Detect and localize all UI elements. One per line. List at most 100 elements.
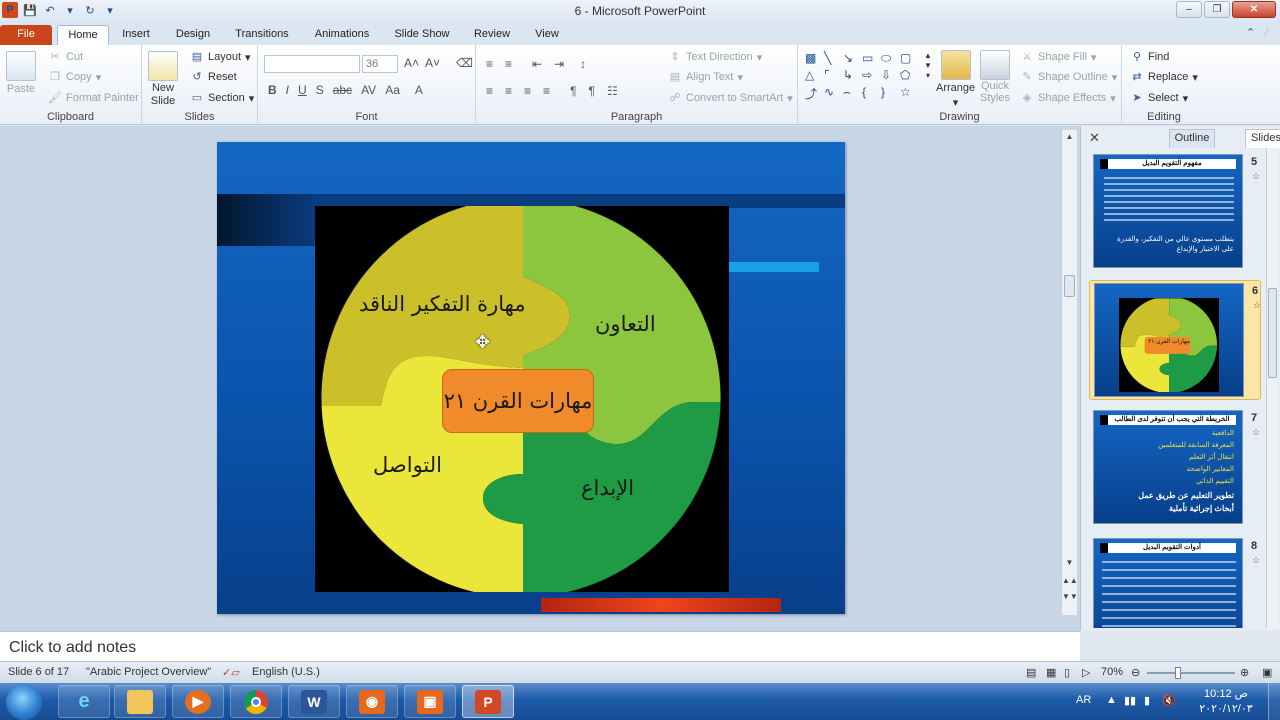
convert-smartart-button[interactable]: ☍ Convert to SmartArt ▾: [668, 91, 792, 105]
slide-thumbnail-7[interactable]: الخريطة التي يجب أن تتوفر لدى الطالب الد…: [1089, 408, 1261, 530]
minimize-ribbon-icon[interactable]: ⌃: [1246, 27, 1255, 39]
format-painter-button[interactable]: 🖌 Format Painter: [48, 91, 139, 105]
copy-button[interactable]: ❐ Copy ▾: [48, 70, 101, 84]
new-slide-button[interactable]: New Slide: [148, 51, 178, 107]
slide-thumbnail-8[interactable]: أدوات التقويم البديل 8 ☆: [1089, 536, 1261, 628]
help-icon[interactable]: ❔: [1258, 27, 1272, 39]
taskbar-chrome[interactable]: [230, 685, 282, 718]
previous-slide-icon[interactable]: ▲▲: [1062, 576, 1078, 585]
align-text-button[interactable]: ▤ Align Text ▾: [668, 70, 743, 84]
taskbar-powerpoint[interactable]: P: [462, 685, 514, 718]
close-button[interactable]: ✕: [1232, 1, 1276, 18]
scrollbar-thumb[interactable]: [1268, 288, 1277, 378]
clear-formatting-icon[interactable]: ⌫: [456, 56, 473, 70]
ltr-icon[interactable]: ¶: [589, 84, 595, 98]
zoom-level[interactable]: 70%: [1101, 666, 1123, 678]
taskbar-media-player[interactable]: ▶: [172, 685, 224, 718]
language-indicator[interactable]: English (U.S.): [252, 666, 320, 678]
line-spacing-icon[interactable]: ↕: [580, 57, 586, 71]
scroll-up-arrow-icon[interactable]: ▲: [1062, 132, 1077, 141]
volume-muted-icon[interactable]: 🔇: [1162, 694, 1176, 707]
tab-slide-show[interactable]: Slide Show: [388, 25, 456, 45]
taskbar-explorer[interactable]: [114, 685, 166, 718]
tab-outline[interactable]: Outline: [1169, 129, 1215, 148]
restore-button[interactable]: ❐: [1204, 1, 1230, 18]
bullets-icon[interactable]: ≡: [486, 57, 493, 71]
battery-icon[interactable]: ▮: [1144, 694, 1150, 707]
down-arrow-shape-icon[interactable]: ⇩: [881, 68, 899, 83]
reading-view-icon[interactable]: ▯: [1064, 666, 1070, 679]
slide-thumbnail-6[interactable]: مهارات القرن ٢١ 6 ☆: [1089, 280, 1261, 400]
zoom-slider-knob[interactable]: [1175, 667, 1181, 679]
oval-shape-icon[interactable]: ⬭: [881, 51, 899, 67]
slides-pane-scrollbar[interactable]: [1266, 148, 1278, 628]
shapes-gallery[interactable]: ▩ ╲ ↘ ▭ ⬭ ▢ △ ⌜ ↳ ⇨ ⇩ ⬠ ⤴ ∿ ⌢ { } ☆: [805, 51, 920, 103]
star-shape-icon[interactable]: ☆: [900, 85, 918, 103]
tab-home[interactable]: Home: [57, 25, 109, 45]
elbow-shape-icon[interactable]: ⌜: [824, 68, 842, 83]
italic-icon[interactable]: I: [286, 83, 289, 97]
textbox-shape-icon[interactable]: ▩: [805, 51, 823, 67]
columns-icon[interactable]: ☷: [607, 84, 618, 98]
freeform-shape-icon[interactable]: ⬠: [900, 68, 918, 83]
shape-outline-button[interactable]: ✎ Shape Outline ▾: [1020, 70, 1117, 84]
justify-icon[interactable]: ≡: [543, 84, 550, 98]
current-slide[interactable]: مهارة التفكير الناقد التعاون التواصل الإ…: [217, 142, 845, 614]
tab-transitions[interactable]: Transitions: [228, 25, 296, 45]
tab-insert[interactable]: Insert: [114, 25, 158, 45]
taskbar-camera[interactable]: ▣: [404, 685, 456, 718]
arrow-line-shape-icon[interactable]: ↘: [843, 51, 861, 67]
numbering-icon[interactable]: ≡: [505, 57, 512, 71]
shape-effects-button[interactable]: ◈ Shape Effects ▾: [1020, 91, 1116, 105]
slide-thumbnail-5[interactable]: مفهوم التقويم البديل يتطلب مستوى عالي من…: [1089, 152, 1261, 274]
shrink-font-icon[interactable]: A˅: [425, 56, 440, 70]
next-slide-icon[interactable]: ▼▼: [1062, 592, 1078, 601]
triangle-shape-icon[interactable]: △: [805, 68, 823, 83]
cut-button[interactable]: ✂ Cut: [48, 50, 83, 64]
tab-review[interactable]: Review: [468, 25, 516, 45]
tab-design[interactable]: Design: [169, 25, 217, 45]
grow-font-icon[interactable]: A˄: [404, 56, 419, 70]
bold-icon[interactable]: B: [268, 83, 277, 97]
increase-indent-icon[interactable]: ⇥: [554, 57, 564, 71]
show-hidden-icons-icon[interactable]: ▲: [1106, 694, 1117, 706]
scroll-down-arrow-icon[interactable]: ▼: [1062, 558, 1077, 567]
layout-button[interactable]: ▤ Layout ▾: [190, 50, 251, 64]
curved-arrow-shape-icon[interactable]: ⤴: [805, 85, 823, 103]
rtl-icon[interactable]: ¶: [570, 84, 576, 98]
slideshow-view-icon[interactable]: ▷: [1082, 666, 1090, 679]
show-desktop-button[interactable]: [1268, 683, 1280, 720]
notes-placeholder[interactable]: Click to add notes: [9, 639, 136, 657]
piece-text-creativity[interactable]: الإبداع: [581, 476, 634, 500]
input-language[interactable]: AR: [1076, 694, 1091, 706]
tab-animations[interactable]: Animations: [308, 25, 376, 45]
elbow-arrow-shape-icon[interactable]: ↳: [843, 68, 861, 83]
slide-sorter-icon[interactable]: ▦: [1046, 666, 1056, 679]
underline-icon[interactable]: U: [298, 83, 307, 97]
slide-vertical-scrollbar[interactable]: ▲ ▼ ▲▲ ▼▼: [1061, 130, 1078, 615]
brace-right-shape-icon[interactable]: }: [881, 85, 899, 103]
network-signal-icon[interactable]: ▮▮: [1124, 694, 1136, 707]
piece-text-communication[interactable]: التواصل: [373, 453, 442, 477]
spell-check-icon[interactable]: ✓▱: [222, 666, 240, 679]
tab-view[interactable]: View: [528, 25, 566, 45]
arc-shape-icon[interactable]: ⌢: [843, 85, 861, 103]
paste-button[interactable]: Paste: [6, 51, 36, 95]
clock-time[interactable]: 10:12 ص: [1188, 687, 1264, 700]
replace-button[interactable]: ⇄ Replace ▾: [1130, 70, 1198, 84]
change-case-icon[interactable]: Aa: [385, 83, 400, 97]
rectangle-shape-icon[interactable]: ▭: [862, 51, 880, 67]
align-right-icon[interactable]: ≡: [524, 84, 531, 98]
zoom-in-icon[interactable]: ⊕: [1240, 666, 1249, 679]
piece-text-critical-thinking[interactable]: مهارة التفكير الناقد: [359, 292, 526, 316]
notes-pane[interactable]: Click to add notes: [0, 631, 1080, 661]
piece-text-cooperation[interactable]: التعاون: [595, 312, 656, 336]
fit-to-window-icon[interactable]: ▣: [1262, 666, 1272, 679]
rounded-rect-shape-icon[interactable]: ▢: [900, 51, 918, 67]
right-arrow-shape-icon[interactable]: ⇨: [862, 68, 880, 83]
taskbar-screen-recorder[interactable]: ◉: [346, 685, 398, 718]
reset-button[interactable]: ↺ Reset: [190, 70, 236, 84]
zoom-out-icon[interactable]: ⊖: [1131, 666, 1140, 679]
section-button[interactable]: ▭ Section ▾: [190, 91, 254, 105]
zoom-slider[interactable]: [1147, 667, 1235, 679]
